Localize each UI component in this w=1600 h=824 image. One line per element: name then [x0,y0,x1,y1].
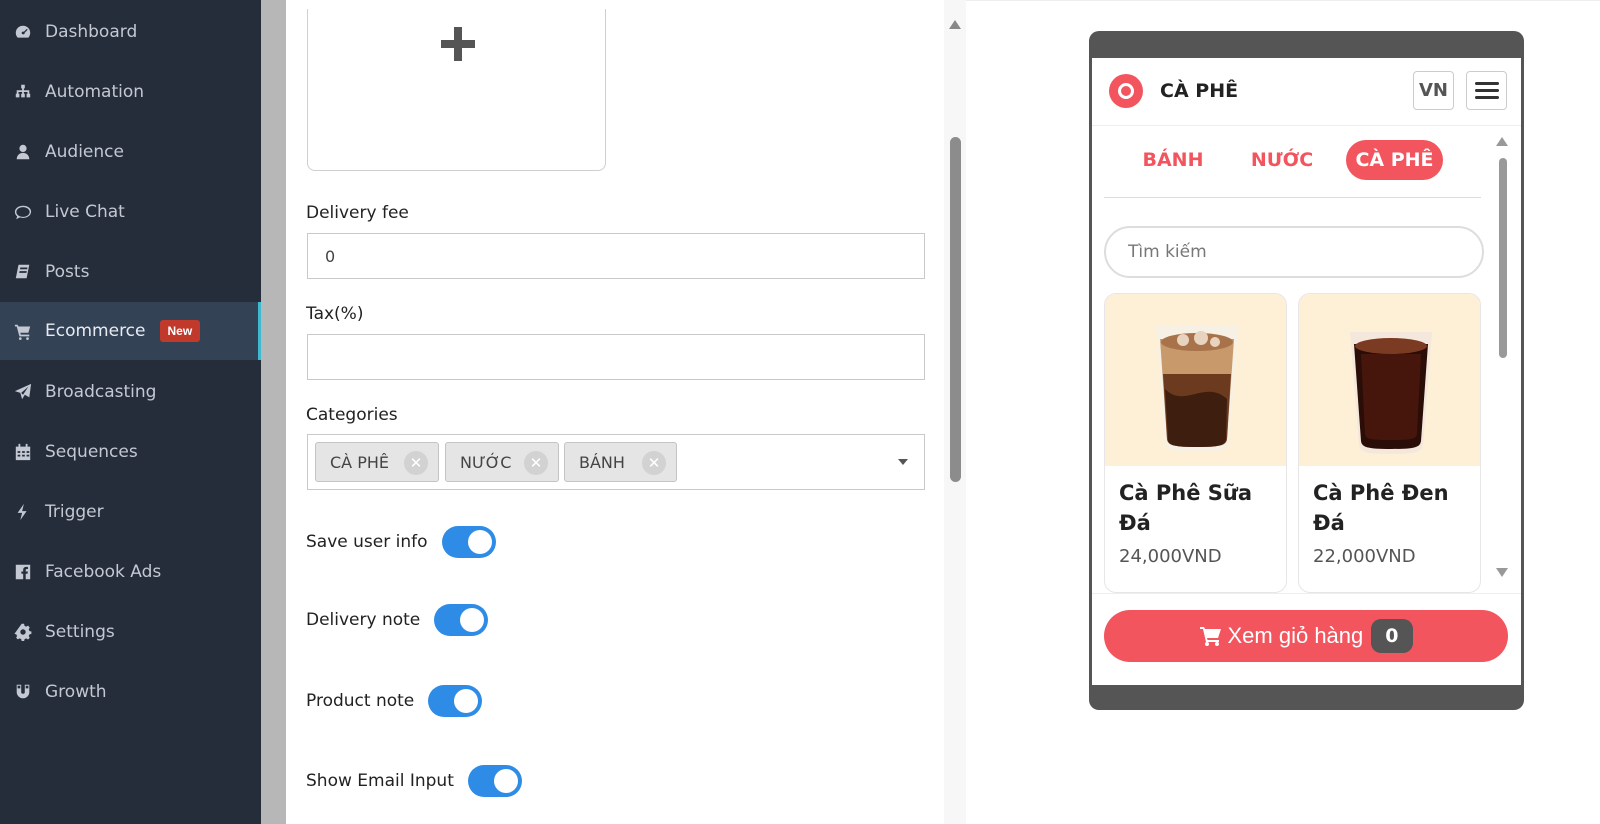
sidebar-item-label: Trigger [45,502,104,522]
remove-tag-icon[interactable]: ✕ [524,451,548,475]
remove-tag-icon[interactable]: ✕ [404,451,428,475]
category-tag: CÀ PHÊ ✕ [315,442,439,482]
tax-label: Tax(%) [306,304,364,324]
product-price: 24,000VND [1119,546,1222,567]
product-name: Cà Phê Đen Đá [1313,481,1449,535]
sidebar-item-live-chat[interactable]: Live Chat [0,183,261,241]
tab-divider [1104,197,1481,198]
sidebar-item-label: Audience [45,142,124,162]
language-button[interactable]: VN [1413,71,1454,110]
sidebar-item-broadcasting[interactable]: Broadcasting [0,363,261,421]
preview-scroll-down-icon[interactable] [1496,568,1508,577]
scroll-up-arrow-icon[interactable] [949,20,961,29]
caret-down-icon[interactable] [898,459,908,465]
plus-icon [441,27,475,61]
product-search-input[interactable]: Tìm kiếm [1104,226,1484,278]
product-image [1105,294,1286,466]
cart-count-badge: 0 [1371,619,1413,653]
save-user-info-label: Save user info [306,532,428,552]
save-user-info-toggle[interactable] [441,526,496,558]
sidebar-item-label: Dashboard [45,22,138,42]
sidebar-item-label: Live Chat [45,202,125,222]
sidebar-item-settings[interactable]: Settings [0,603,261,661]
category-tag: NƯỚC ✕ [445,442,559,482]
image-upload-box[interactable] [307,9,606,171]
category-tag-label: CÀ PHÊ [330,452,389,472]
sidebar-item-posts[interactable]: Posts [0,243,261,301]
phone-screen: CÀ PHÊ VN BÁNH NƯỚC CÀ PHÊ Tìm kiếm Cà P… [1092,58,1521,685]
dashboard-icon [13,22,33,42]
paper-plane-icon [13,382,33,402]
product-price: 22,000VND [1313,546,1416,567]
delivery-fee-label: Delivery fee [306,203,409,223]
tab-nuoc[interactable]: NƯỚC [1238,140,1326,180]
delivery-note-row: Delivery note [306,604,489,636]
sidebar-item-growth[interactable]: Growth [0,663,261,721]
preview-scrollbar-thumb[interactable] [1499,158,1507,358]
sidebar-item-label: Growth [45,682,107,702]
sidebar-item-audience[interactable]: Audience [0,123,261,181]
categories-label: Categories [306,405,398,425]
show-email-input-label: Show Email Input [306,771,454,791]
calendar-icon [13,442,33,462]
user-icon [13,142,33,162]
sidebar-item-label: Sequences [45,442,138,462]
view-cart-label: Xem giỏ hàng [1227,623,1364,648]
gear-icon [13,622,33,642]
view-cart-button[interactable]: Xem giỏ hàng 0 [1104,610,1508,662]
sidebar-item-label: Facebook Ads [45,562,162,582]
show-email-input-row: Show Email Input [306,765,522,797]
delivery-fee-input[interactable]: 0 [307,233,925,279]
shop-logo-icon [1109,74,1143,108]
shop-title: CÀ PHÊ [1160,80,1239,102]
product-name: Cà Phê Sữa Đá [1119,481,1253,535]
book-icon [13,262,33,282]
sidebar-item-ecommerce[interactable]: Ecommerce New [0,302,261,360]
category-tag-label: NƯỚC [460,452,512,472]
product-note-row: Product note [306,685,483,717]
sidebar-item-automation[interactable]: Automation [0,63,261,121]
sidebar-item-label: Ecommerce [45,321,146,341]
sidebar-item-label: Automation [45,82,145,102]
sidebar-item-label: Posts [45,262,90,282]
bolt-icon [13,502,33,522]
magnet-icon [13,682,33,702]
product-card[interactable]: Cà Phê Sữa Đá 24,000VND [1104,293,1287,593]
cart-icon [13,321,33,341]
category-tag: BÁNH ✕ [564,442,677,482]
form-scrollbar-thumb[interactable] [950,137,961,482]
sidebar-item-label: Broadcasting [45,382,157,402]
sitemap-icon [13,82,33,102]
sidebar-gutter [261,0,286,824]
cart-footer: Xem giỏ hàng 0 [1092,593,1521,685]
tax-input[interactable] [307,334,925,380]
tab-ca-phe[interactable]: CÀ PHÊ [1346,140,1443,180]
sidebar-item-dashboard[interactable]: Dashboard [0,3,261,61]
shop-header: CÀ PHÊ VN [1092,58,1521,126]
remove-tag-icon[interactable]: ✕ [642,451,666,475]
show-email-input-toggle[interactable] [467,765,522,797]
tab-banh[interactable]: BÁNH [1132,140,1214,180]
product-image [1299,294,1480,466]
new-badge: New [159,320,201,342]
product-card[interactable]: Cà Phê Đen Đá 22,000VND [1298,293,1481,593]
product-note-label: Product note [306,691,415,711]
sidebar-item-sequences[interactable]: Sequences [0,423,261,481]
sidebar-item-label: Settings [45,622,115,642]
delivery-note-toggle[interactable] [434,604,489,636]
category-tag-label: BÁNH [579,452,625,472]
sidebar: Dashboard Automation Audience Live Chat … [0,0,261,824]
chat-icon [13,202,33,222]
sidebar-item-trigger[interactable]: Trigger [0,483,261,541]
preview-scroll-up-icon[interactable] [1496,137,1508,146]
save-user-info-row: Save user info [306,526,496,558]
sidebar-item-facebook-ads[interactable]: Facebook Ads [0,543,261,601]
product-note-toggle[interactable] [428,685,483,717]
cart-icon [1199,627,1221,646]
categories-multiselect[interactable]: CÀ PHÊ ✕ NƯỚC ✕ BÁNH ✕ [307,434,925,490]
delivery-note-label: Delivery note [306,610,421,630]
facebook-icon [13,562,33,582]
hamburger-menu-icon[interactable] [1466,71,1507,110]
